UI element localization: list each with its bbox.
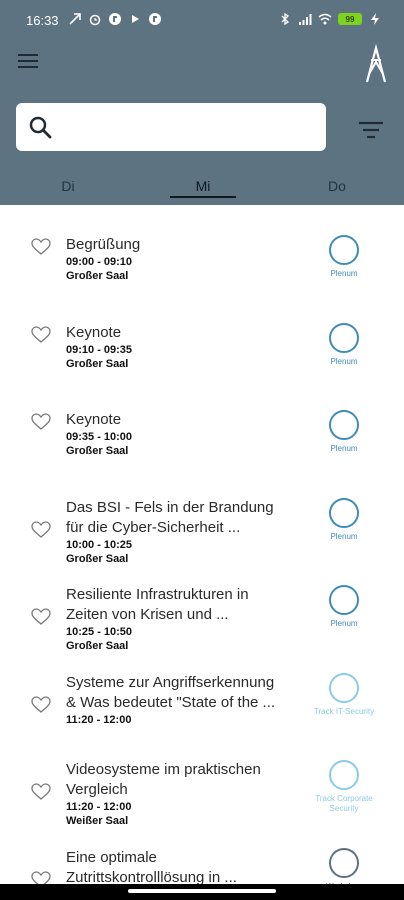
play-icon — [132, 15, 139, 23]
session-item[interactable]: Videosysteme im praktischen Vergleich 11:2… — [0, 752, 404, 838]
status-time: 16:33 — [26, 13, 59, 28]
session-title-line2: Vergleich — [66, 781, 128, 798]
session-title: Videosysteme im praktischen — [66, 761, 261, 778]
search-icon — [29, 116, 52, 139]
track-indicator-icon[interactable] — [329, 847, 359, 878]
hamburger-icon — [18, 54, 38, 56]
session-time: 11:20 - 12:00 — [66, 801, 132, 813]
session-time: 10:25 - 10:50 — [66, 626, 133, 638]
track-label: Plenum — [330, 531, 358, 541]
bluetooth-icon — [281, 12, 290, 26]
app-notification-icon-2 — [149, 13, 161, 25]
track-label: Plenum — [330, 356, 358, 366]
session-item[interactable]: Keynote 09:35 - 10:00 Großer Saal Plenum — [0, 402, 404, 488]
track-indicator-icon[interactable] — [329, 410, 359, 440]
track-label: Track IT-Security — [313, 706, 375, 716]
system-nav-bar — [0, 884, 404, 900]
session-item[interactable]: Systeme zur Angriffserkennung & Was bedeu… — [0, 665, 404, 751]
session-title: Resiliente Infrastrukturen in — [66, 586, 249, 603]
track-indicator-icon[interactable] — [329, 497, 359, 528]
favorite-heart-icon[interactable] — [31, 783, 51, 801]
tab-di[interactable]: Di — [33, 178, 103, 194]
session-title: Systeme zur Angriffserkennung — [66, 673, 275, 691]
day-tabs: Di Mi Do — [0, 170, 404, 205]
home-gesture-handle[interactable] — [128, 889, 276, 893]
favorite-heart-icon[interactable] — [31, 608, 51, 626]
track-label: Plenum — [330, 444, 358, 453]
favorite-heart-icon[interactable] — [31, 695, 51, 714]
favorite-heart-icon[interactable] — [31, 413, 51, 431]
session-item[interactable]: Begrüßung 09:00 - 09:10 Großer Saal Plenum — [0, 227, 404, 313]
favorite-heart-icon[interactable] — [31, 325, 51, 344]
session-item[interactable]: Das BSI - Fels in der Brandung für die Cy… — [0, 490, 404, 576]
status-notification-icons — [68, 12, 162, 26]
track-indicator-icon[interactable] — [329, 585, 359, 615]
session-item[interactable]: Resiliente Infrastrukturen in Zeiten von … — [0, 577, 404, 663]
alarm-icon — [89, 14, 101, 26]
session-item[interactable]: Keynote 09:10 - 09:35 Großer Saal Plenum — [0, 315, 404, 401]
status-bar: 16:33 99 — [0, 0, 404, 40]
session-title: Eine optimale — [66, 848, 157, 866]
track-label-line2: Security — [329, 804, 359, 813]
app-header: 16:33 99 Di Mi Do — [0, 0, 404, 205]
search-box[interactable] — [16, 103, 326, 151]
session-room: Großer Saal — [66, 552, 129, 565]
session-title-line2: & Was bedeutet "State of the ... — [66, 693, 276, 711]
active-tab-indicator — [170, 196, 236, 198]
session-title-line2: Zeiten von Krisen und ... — [66, 606, 229, 623]
track-label: Plenum — [330, 619, 358, 628]
charging-icon — [371, 13, 379, 25]
wifi-icon — [318, 13, 332, 25]
session-title: Begrüßung — [66, 236, 141, 253]
tab-mi[interactable]: Mi — [168, 178, 238, 194]
signal-icon — [299, 14, 312, 25]
search-input[interactable] — [64, 111, 314, 143]
session-room: Großer Saal — [66, 357, 129, 370]
session-title: Keynote — [66, 323, 122, 341]
filter-icon[interactable] — [358, 120, 384, 140]
track-indicator-icon[interactable] — [329, 322, 359, 353]
battery-icon: 99 — [338, 13, 362, 25]
logo-icon — [365, 44, 387, 83]
session-room: Großer Saal — [66, 270, 129, 282]
track-indicator-icon[interactable] — [329, 235, 359, 265]
session-time: 11:20 - 12:00 — [66, 713, 132, 726]
session-time: 09:35 - 10:00 — [66, 431, 133, 443]
favorite-heart-icon[interactable] — [31, 238, 51, 256]
track-indicator-icon[interactable] — [329, 672, 359, 703]
favorite-heart-icon[interactable] — [31, 520, 51, 539]
track-indicator-icon[interactable] — [329, 760, 359, 790]
session-time: 10:00 - 10:25 — [66, 538, 133, 551]
track-label: Plenum — [330, 269, 358, 278]
session-title: Keynote — [66, 411, 122, 428]
call-forward-icon — [69, 13, 81, 25]
menu-button[interactable] — [18, 54, 40, 72]
session-title: Das BSI - Fels in der Brandung — [66, 498, 274, 516]
app-notification-icon — [109, 13, 121, 25]
session-title-line2: für die Cyber-Sicherheit ... — [66, 518, 241, 536]
session-room: Großer Saal — [66, 640, 129, 652]
session-room: Großer Saal — [66, 445, 129, 457]
session-time: 09:00 - 09:10 — [66, 256, 133, 268]
status-system-icons: 99 — [278, 12, 382, 26]
session-room: Weißer Saal — [66, 815, 129, 827]
session-time: 09:10 - 09:35 — [66, 343, 133, 356]
tab-do[interactable]: Do — [302, 178, 372, 194]
track-label: Track Corporate — [315, 794, 373, 803]
